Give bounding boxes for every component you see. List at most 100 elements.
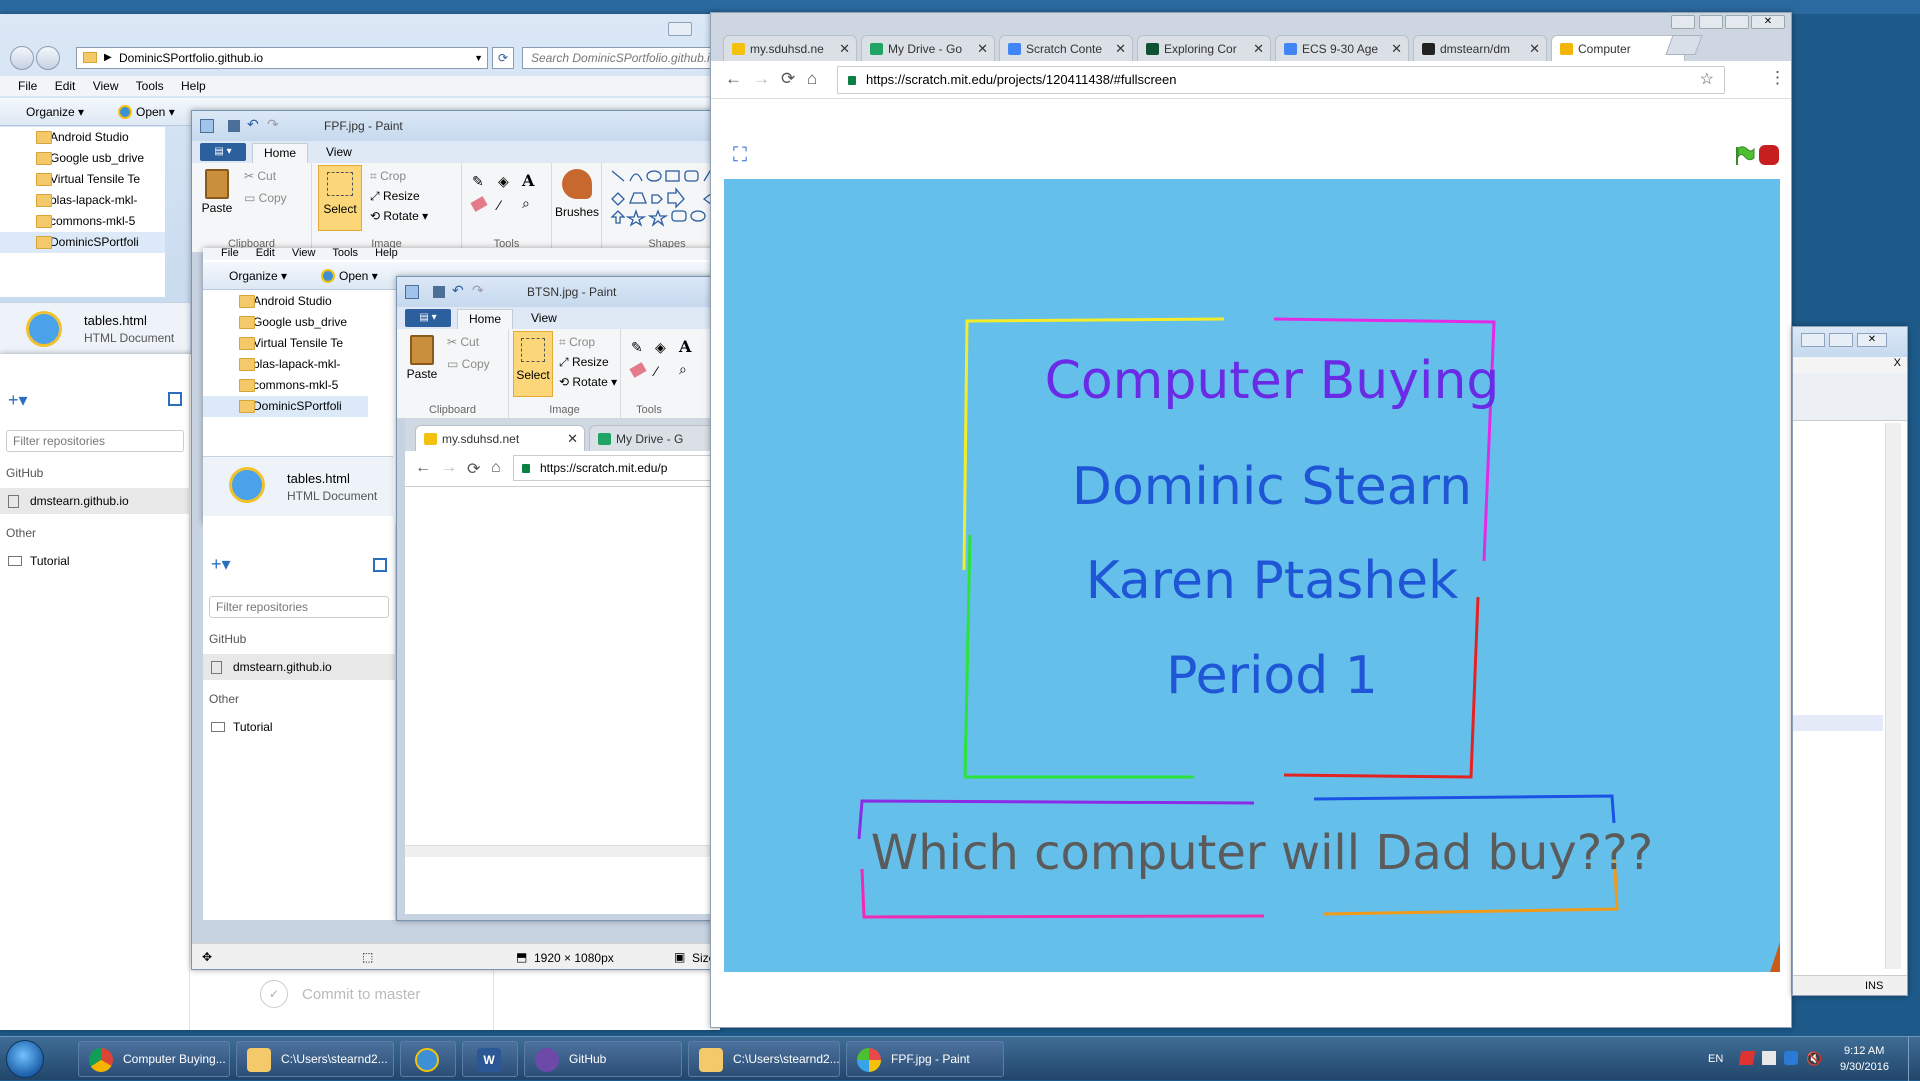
tab-6[interactable]: dmstearn/dm ✕: [1413, 35, 1547, 61]
redo-icon[interactable]: ↷: [267, 116, 279, 133]
open-button[interactable]: Open ▾: [321, 269, 378, 283]
forward-icon[interactable]: →: [441, 459, 457, 477]
paste-button[interactable]: Paste: [198, 167, 236, 227]
close-panel-icon[interactable]: X: [1894, 357, 1901, 369]
clock-time[interactable]: 9:12 AM: [1844, 1045, 1884, 1057]
crop-button[interactable]: ⌗ Crop: [559, 335, 595, 350]
close-tab-icon[interactable]: ✕: [1391, 36, 1402, 61]
fill-icon[interactable]: ◈: [655, 339, 666, 356]
eraser-icon[interactable]: [629, 362, 647, 378]
save-icon[interactable]: [433, 286, 445, 298]
taskbar-github[interactable]: GitHub: [524, 1041, 682, 1077]
taskbar-explorer-2[interactable]: C:\Users\stearnd2...: [688, 1041, 840, 1077]
forward-icon[interactable]: →: [753, 69, 770, 89]
reload-icon[interactable]: ⟳: [781, 69, 795, 89]
home-icon[interactable]: ⌂: [491, 459, 501, 477]
menu-help[interactable]: Help: [181, 79, 206, 93]
menu-help[interactable]: Help: [375, 248, 398, 259]
language-indicator[interactable]: EN: [1708, 1053, 1723, 1065]
picker-icon[interactable]: ⁄: [498, 197, 500, 213]
sidebar-toggle-icon[interactable]: [168, 392, 182, 406]
paste-button[interactable]: Paste: [403, 333, 441, 393]
tree-item[interactable]: Android Studio: [0, 127, 165, 148]
repo-item[interactable]: dmstearn.github.io: [0, 488, 190, 514]
taskbar-paint[interactable]: FPF.jpg - Paint: [846, 1041, 1004, 1077]
tab-view[interactable]: View: [326, 145, 352, 159]
tab-home[interactable]: Home: [252, 143, 308, 163]
show-desktop-button[interactable]: [1908, 1037, 1920, 1081]
tree-item[interactable]: DominicSPortfoli: [203, 396, 368, 417]
undo-icon[interactable]: ↶: [452, 282, 464, 299]
organize-button[interactable]: Organize ▾: [229, 269, 287, 283]
close-window-button[interactable]: ✕: [1751, 15, 1785, 29]
close-tab-icon[interactable]: ✕: [839, 36, 850, 61]
flag-icon[interactable]: [1738, 1051, 1756, 1065]
repo-item[interactable]: dmstearn.github.io: [203, 654, 396, 680]
star-icon[interactable]: ☆: [1700, 67, 1714, 93]
back-forward-buttons[interactable]: [10, 46, 66, 70]
clock-date[interactable]: 9/30/2016: [1840, 1061, 1889, 1073]
tutorial-item[interactable]: Tutorial: [0, 550, 190, 572]
save-icon[interactable]: [228, 120, 240, 132]
tab-7[interactable]: Computer✕: [1551, 35, 1685, 61]
rotate-button[interactable]: ⟲ Rotate ▾: [559, 375, 617, 389]
search-input[interactable]: Search DominicSPortfolio.github.io: [522, 47, 720, 69]
tab-home[interactable]: Home: [457, 309, 513, 329]
refresh-button[interactable]: ⟳: [492, 47, 514, 69]
open-button[interactable]: Open ▾: [118, 105, 175, 119]
tree-item[interactable]: blas-lapack-mkl-: [0, 190, 165, 211]
tree-item[interactable]: Android Studio: [203, 291, 368, 312]
tree-item[interactable]: blas-lapack-mkl-: [203, 354, 368, 375]
omnibox[interactable]: https://scratch.mit.edu/projects/1204114…: [837, 66, 1725, 94]
menu-view[interactable]: View: [93, 79, 119, 93]
rotate-button[interactable]: ⟲ Rotate ▾: [370, 209, 428, 223]
fullscreen-exit-icon[interactable]: ⛶: [733, 145, 759, 165]
home-icon[interactable]: ⌂: [807, 69, 817, 89]
taskbar-word[interactable]: W: [462, 1041, 518, 1077]
taskbar-ie[interactable]: [400, 1041, 456, 1077]
taskbar-explorer[interactable]: C:\Users\stearnd2...: [236, 1041, 394, 1077]
tab-2[interactable]: My Drive - Go ✕: [861, 35, 995, 61]
copy-button[interactable]: ▭ Copy: [447, 357, 490, 371]
eraser-icon[interactable]: [470, 196, 488, 212]
file-menu-button[interactable]: ▤ ▾: [200, 143, 246, 161]
minimize-button[interactable]: [1699, 15, 1723, 29]
resize-button[interactable]: ⤢ Resize: [370, 189, 420, 204]
tree-item[interactable]: commons-mkl-5: [0, 211, 165, 232]
menu-edit[interactable]: Edit: [256, 248, 275, 259]
reload-icon[interactable]: ⟳: [467, 459, 480, 479]
sidebar-toggle-icon[interactable]: [373, 558, 387, 572]
maximize-button[interactable]: [1829, 333, 1853, 347]
magnifier-icon[interactable]: ⌕: [522, 195, 530, 212]
close-tab-icon[interactable]: ✕: [1115, 36, 1126, 61]
add-repo-icon[interactable]: +▾: [8, 390, 28, 411]
maximize-button[interactable]: [1725, 15, 1749, 29]
menu-icon[interactable]: ⋮: [1769, 68, 1786, 88]
tab-4[interactable]: Exploring Cor ✕: [1137, 35, 1271, 61]
tree-item[interactable]: Google usb_drive: [203, 312, 368, 333]
select-button[interactable]: Select: [318, 165, 362, 231]
small-scrollbar[interactable]: [405, 845, 725, 857]
select-button[interactable]: Select: [513, 331, 553, 397]
tutorial-item[interactable]: Tutorial: [203, 716, 396, 738]
menu-view[interactable]: View: [292, 248, 316, 259]
pencil-icon[interactable]: ✎: [472, 173, 484, 190]
close-tab-icon[interactable]: ✕: [1253, 36, 1264, 61]
profile-icon[interactable]: [1671, 15, 1695, 29]
commit-button[interactable]: Commit to master: [302, 986, 420, 1003]
organize-button[interactable]: Organize ▾: [26, 105, 84, 119]
undo-icon[interactable]: ↶: [247, 116, 259, 133]
fill-icon[interactable]: ◈: [498, 173, 509, 190]
bluetooth-icon[interactable]: [1784, 1051, 1798, 1065]
tab-1[interactable]: my.sduhsd.ne ✕: [723, 35, 857, 61]
tab-5[interactable]: ECS 9-30 Age ✕: [1275, 35, 1409, 61]
add-repo-icon[interactable]: +▾: [211, 554, 231, 575]
copy-button[interactable]: ▭ Copy: [244, 191, 287, 205]
address-bar[interactable]: ▶ DominicSPortfolio.github.io ▼: [76, 47, 488, 69]
magnifier-icon[interactable]: ⌕: [679, 361, 687, 378]
small-address-bar[interactable]: https://scratch.mit.edu/p: [513, 455, 725, 481]
tab-view[interactable]: View: [531, 311, 557, 325]
file-menu-button[interactable]: ▤ ▾: [405, 309, 451, 327]
back-icon[interactable]: ←: [725, 69, 742, 89]
filter-repositories-input[interactable]: Filter repositories: [6, 430, 184, 452]
